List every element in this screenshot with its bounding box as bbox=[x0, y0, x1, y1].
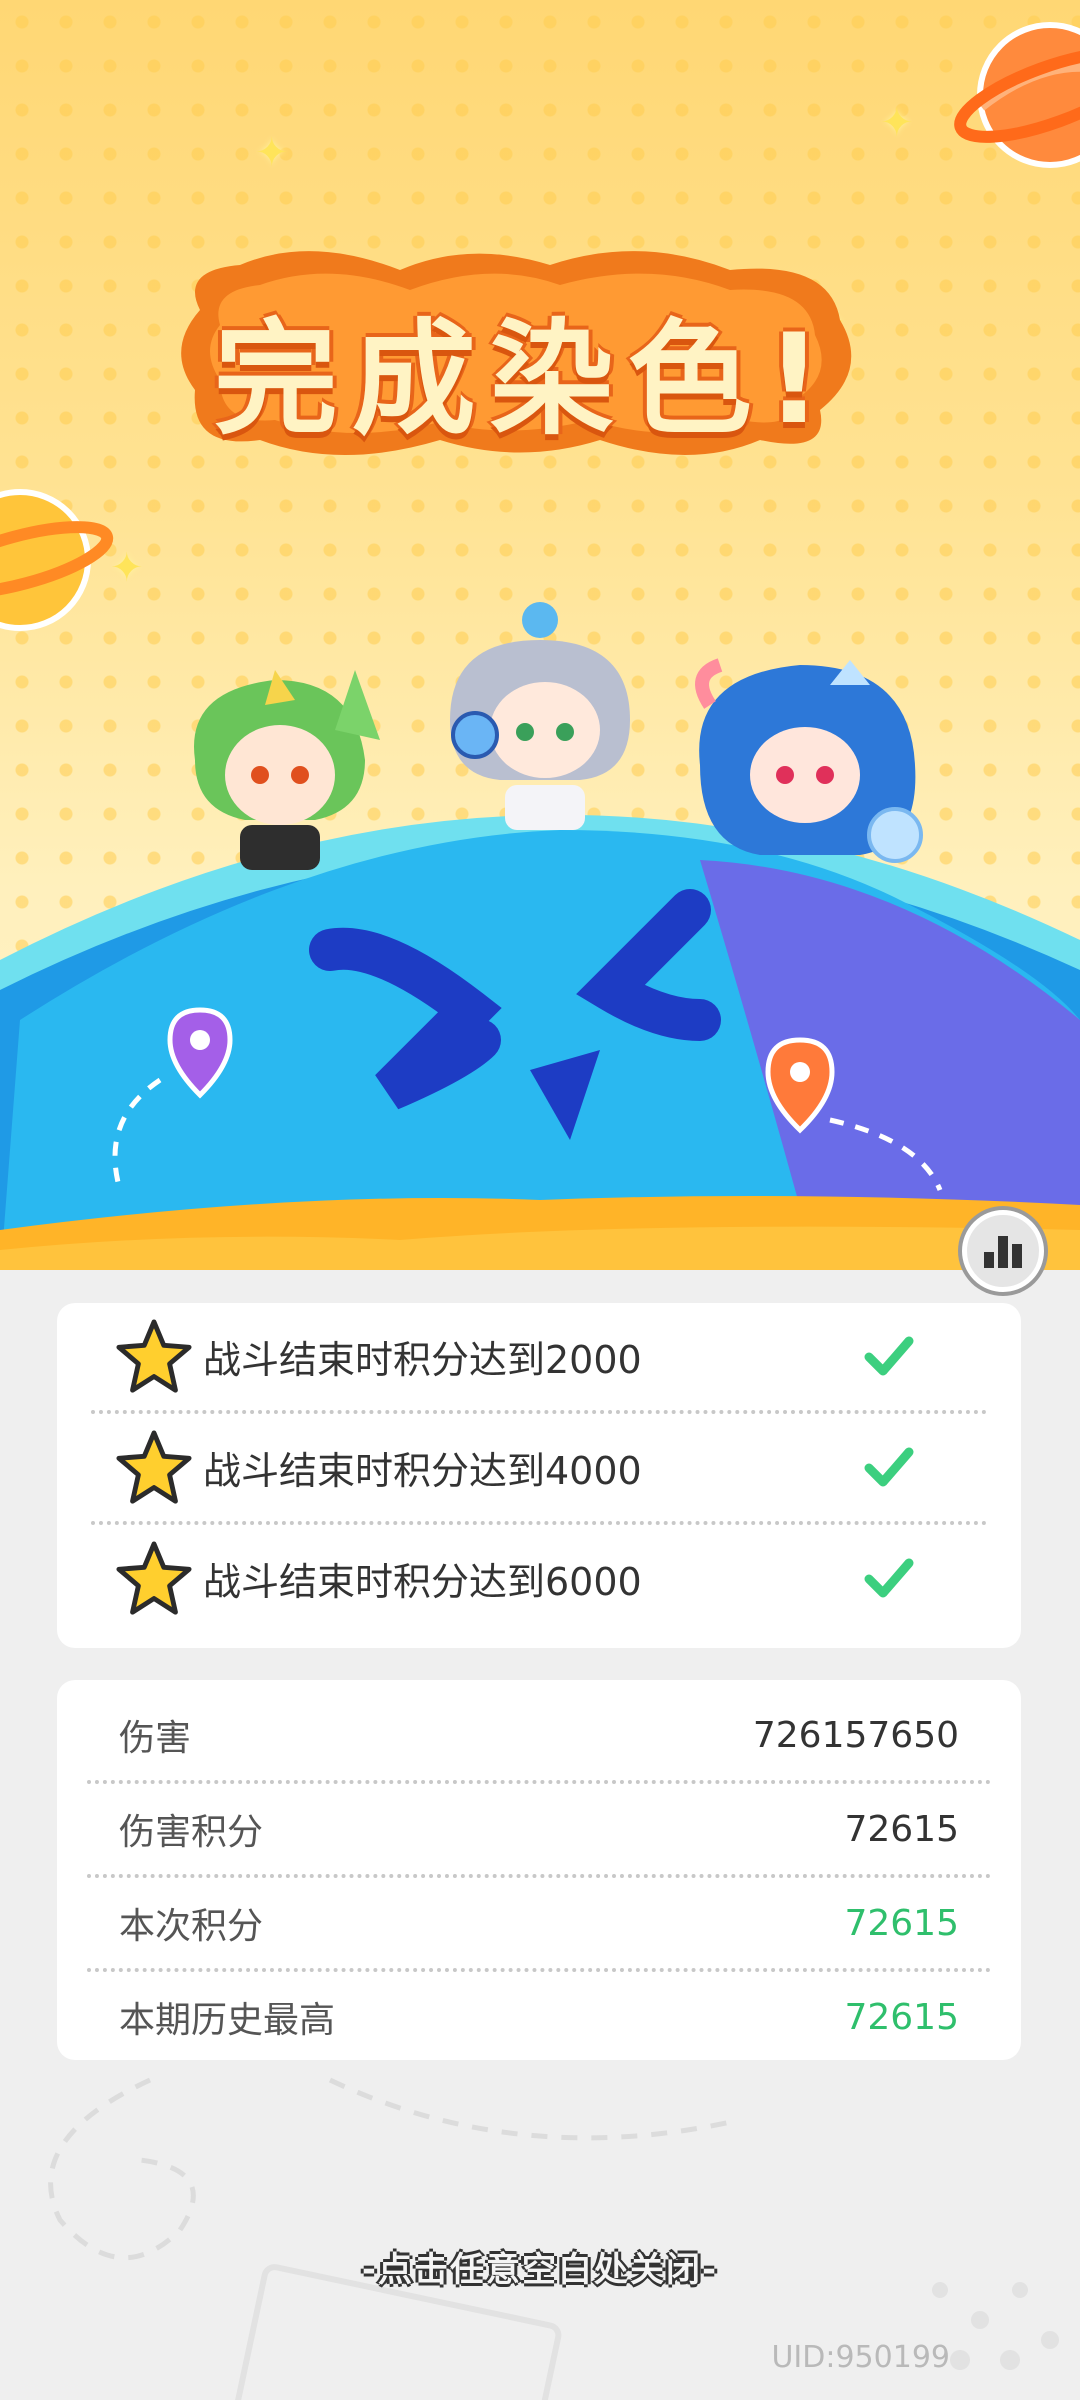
stats-card: 伤害 726157650 伤害积分 72615 本次积分 72615 本期历史最… bbox=[57, 1680, 1021, 2060]
leaderboard-icon bbox=[984, 1236, 1022, 1268]
goal-text: 战斗结束时积分达到4000 bbox=[203, 1449, 642, 1493]
stat-row-season-best: 本期历史最高 72615 bbox=[87, 1968, 991, 2062]
planet-icon bbox=[954, 22, 1080, 168]
stat-value: 72615 bbox=[844, 1902, 959, 1944]
character-green bbox=[194, 670, 380, 870]
tap-to-close-hint[interactable]: -点击任意空白处关闭- bbox=[0, 2242, 1080, 2291]
character-blue bbox=[695, 658, 923, 863]
stat-value: 72615 bbox=[844, 1808, 959, 1850]
stat-label: 伤害积分 bbox=[119, 1812, 264, 1853]
stat-label: 伤害 bbox=[119, 1718, 192, 1759]
goal-item: 战斗结束时积分达到2000 bbox=[91, 1303, 987, 1410]
stat-label: 本期历史最高 bbox=[119, 2000, 336, 2041]
star-icon bbox=[116, 1318, 192, 1393]
stat-row-damage: 伤害 726157650 bbox=[87, 1690, 991, 1780]
sparkle-icon: ✦ bbox=[110, 545, 144, 591]
star-icon bbox=[116, 1540, 192, 1615]
goal-text: 战斗结束时积分达到6000 bbox=[203, 1560, 642, 1604]
page-title: 完成染色! bbox=[213, 308, 837, 452]
goal-item: 战斗结束时积分达到6000 bbox=[91, 1521, 987, 1632]
check-icon bbox=[864, 1558, 914, 1597]
result-banner: ✦ ✦ ✦ ✦ 完成染色! bbox=[0, 0, 1080, 1270]
stat-value: 726157650 bbox=[752, 1714, 959, 1756]
user-id: UID:950199 bbox=[771, 2340, 950, 2375]
stat-label: 本次积分 bbox=[119, 1906, 264, 1947]
leaderboard-button[interactable] bbox=[962, 1210, 1044, 1292]
stat-value: 72615 bbox=[844, 1996, 959, 2038]
sparkle-icon: ✦ bbox=[255, 130, 289, 176]
stat-row-damage-score: 伤害积分 72615 bbox=[87, 1780, 991, 1874]
stat-row-current-score: 本次积分 72615 bbox=[87, 1874, 991, 1968]
goals-card: 战斗结束时积分达到2000 战斗结束时积分达到4000 战斗结束时积分达到600… bbox=[57, 1303, 1021, 1648]
goal-item: 战斗结束时积分达到4000 bbox=[91, 1410, 987, 1521]
check-icon bbox=[864, 1336, 914, 1375]
star-icon bbox=[116, 1429, 192, 1504]
check-icon bbox=[864, 1447, 914, 1486]
character-grey bbox=[450, 602, 630, 830]
sparkle-icon: ✦ bbox=[880, 100, 914, 146]
goal-text: 战斗结束时积分达到2000 bbox=[203, 1338, 642, 1382]
